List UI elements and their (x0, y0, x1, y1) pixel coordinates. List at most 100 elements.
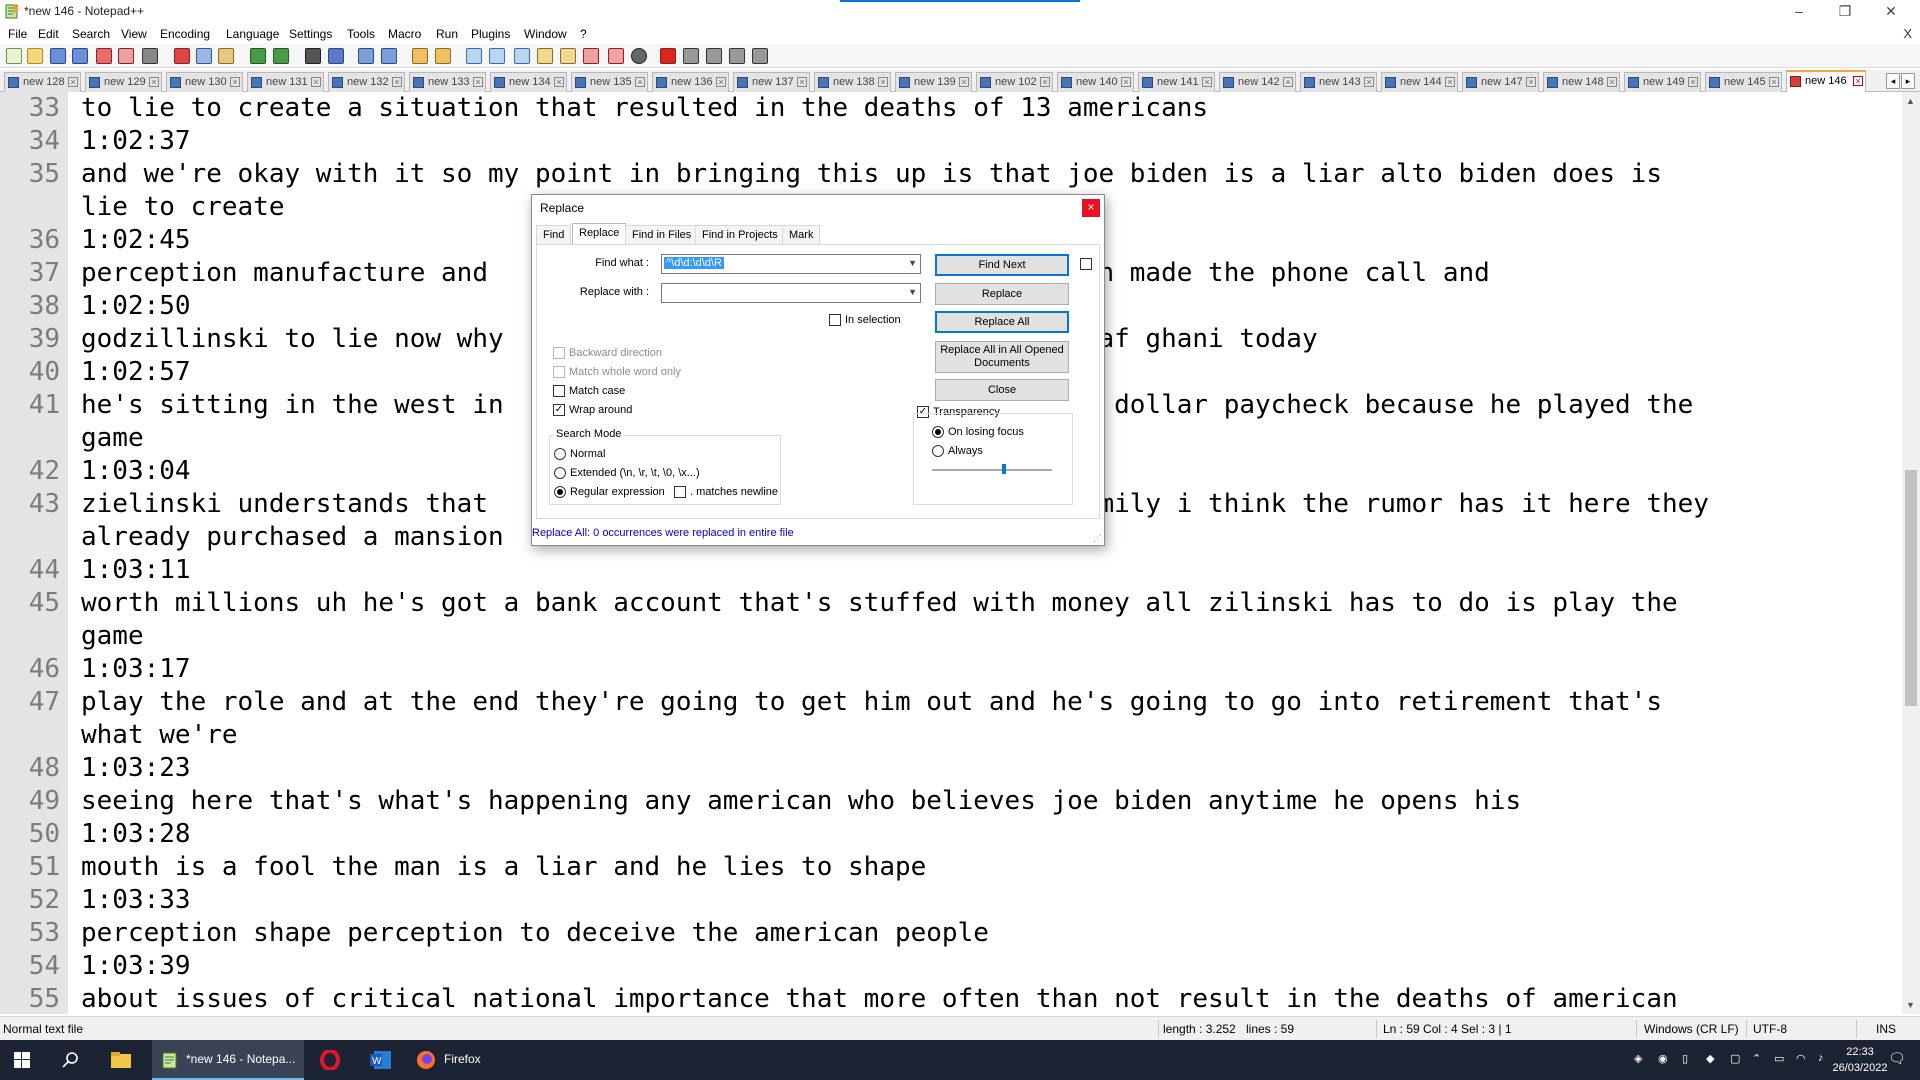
print-icon[interactable] (142, 48, 158, 64)
radio-circle[interactable] (932, 445, 944, 457)
zoom-in-icon[interactable] (358, 48, 374, 64)
checkbox-box[interactable] (1080, 258, 1092, 270)
play-macro-icon[interactable] (706, 48, 722, 64)
vertical-scrollbar[interactable]: ▲ ▼ (1902, 92, 1920, 1014)
close-file-icon[interactable] (96, 48, 112, 64)
tab-close-icon[interactable]: × (1853, 76, 1863, 86)
tab-new-143[interactable]: new 143 × (1300, 72, 1377, 92)
tray-app-icon[interactable]: ◈ (1634, 1052, 1642, 1065)
tab-close-icon[interactable]: × (311, 77, 321, 87)
tab-new-144[interactable]: new 144 × (1381, 72, 1458, 92)
backward-direction-checkbox[interactable]: Backward direction (553, 346, 703, 362)
tab-new-128[interactable]: new 128 × (4, 72, 81, 92)
tab-new-140[interactable]: new 140 × (1057, 72, 1134, 92)
monitoring-icon[interactable] (608, 48, 624, 64)
save-macro-icon[interactable] (752, 48, 768, 64)
tab-close-icon[interactable]: × (1121, 77, 1131, 87)
menu-file[interactable]: File (8, 27, 27, 41)
close-window-icon[interactable]: ✕ (1868, 0, 1914, 24)
tab-close-icon[interactable]: × (1202, 77, 1212, 87)
find-what-input[interactable]: ^\d\d:\d\d\R ▼ (661, 254, 921, 274)
tab-new-131[interactable]: new 131 × (247, 72, 324, 92)
wifi-icon[interactable]: ◠ (1796, 1052, 1806, 1065)
file-explorer-icon[interactable] (110, 1050, 132, 1070)
start-record-icon[interactable] (660, 48, 676, 64)
find-next-option-checkbox[interactable] (1080, 257, 1096, 273)
stop-record-icon[interactable] (683, 48, 699, 64)
replace-button[interactable]: Replace (935, 283, 1069, 305)
on-losing-focus-radio[interactable]: On losing focus (932, 425, 1052, 441)
paste-icon[interactable] (218, 48, 234, 64)
menu-plugins[interactable]: Plugins (471, 27, 510, 41)
tab-mark[interactable]: Mark (782, 225, 821, 245)
tab-close-icon[interactable]: × (1688, 77, 1698, 87)
menu-language[interactable]: Language (226, 27, 279, 41)
minimize-icon[interactable]: – (1776, 0, 1822, 24)
replace-all-button[interactable]: Replace All (935, 311, 1069, 333)
tab-new-146[interactable]: new 146 × (1786, 70, 1866, 92)
tab-new-136[interactable]: new 136 × (652, 72, 729, 92)
doc-map-icon[interactable] (537, 48, 553, 64)
match-whole-word-checkbox[interactable]: Match whole word only (553, 365, 703, 381)
tab-close-icon[interactable]: × (1364, 77, 1374, 87)
checkbox-box[interactable] (553, 347, 565, 359)
menu-view[interactable]: View (121, 27, 147, 41)
tab-new-141[interactable]: new 141 × (1138, 72, 1215, 92)
chevron-up-icon[interactable]: ⌃ (1752, 1052, 1761, 1065)
new-file-icon[interactable] (6, 48, 22, 64)
save-icon[interactable] (50, 48, 66, 64)
close-button[interactable]: Close (935, 379, 1069, 401)
resize-grip-icon[interactable]: ⋰ (1093, 533, 1102, 544)
extended-radio[interactable]: Extended (\n, \r, \t, \0, \x...) (554, 466, 754, 482)
checkbox-box[interactable] (829, 314, 841, 326)
tab-close-icon[interactable]: × (149, 77, 159, 87)
matches-newline-checkbox[interactable]: . matches newline (674, 485, 778, 501)
tab-new-137[interactable]: new 137 × (733, 72, 810, 92)
tab-close-icon[interactable]: × (1283, 77, 1293, 87)
replace-icon[interactable] (328, 48, 344, 64)
tab-close-icon[interactable]: × (716, 77, 726, 87)
chevron-down-icon[interactable]: ▼ (908, 258, 917, 268)
notification-icon[interactable]: 🗨 (1888, 1050, 1906, 1067)
sync-horizontal-icon[interactable] (435, 48, 451, 64)
menu-macro[interactable]: Macro (388, 27, 421, 41)
tab-close-icon[interactable]: × (878, 77, 888, 87)
copy-icon[interactable] (196, 48, 212, 64)
tab-new-142[interactable]: new 142 × (1219, 72, 1296, 92)
tab-new-138[interactable]: new 138 × (814, 72, 891, 92)
tab-close-icon[interactable]: × (1445, 77, 1455, 87)
menu-encoding[interactable]: Encoding (160, 27, 210, 41)
tab-new-134[interactable]: new 134 × (490, 72, 567, 92)
transparency-slider-thumb[interactable] (1002, 464, 1006, 474)
replace-with-input[interactable]: ▼ (661, 283, 921, 303)
tab-replace[interactable]: Replace (572, 223, 627, 245)
tab-new-147[interactable]: new 147 × (1462, 72, 1539, 92)
tray-usb-icon[interactable]: ▯ (1682, 1052, 1688, 1065)
tab-new-102[interactable]: new 102 × (976, 72, 1053, 92)
run-macro-multiple-icon[interactable] (729, 48, 745, 64)
tab-new-133[interactable]: new 133 × (409, 72, 486, 92)
folder-workspace-icon[interactable] (583, 48, 599, 64)
undo-icon[interactable] (250, 48, 266, 64)
close-all-icon[interactable] (118, 48, 134, 64)
tab-find[interactable]: Find (536, 225, 572, 245)
radio-circle[interactable] (932, 426, 944, 438)
close-document-icon[interactable]: X (1903, 26, 1912, 41)
tab-close-icon[interactable]: × (554, 77, 564, 87)
tab-close-icon[interactable]: × (797, 77, 807, 87)
search-icon[interactable] (62, 1051, 80, 1069)
replace-all-opened-button[interactable]: Replace All in All Opened Documents (935, 341, 1069, 373)
radio-circle[interactable] (554, 467, 566, 479)
tab-close-icon[interactable]: × (473, 77, 483, 87)
tab-close-icon[interactable]: × (392, 77, 402, 87)
tab-new-135[interactable]: new 135 × (571, 72, 648, 92)
tab-new-145[interactable]: new 145 × (1705, 72, 1782, 92)
redo-icon[interactable] (273, 48, 289, 64)
find-next-button[interactable]: Find Next (935, 254, 1069, 276)
radio-circle[interactable] (554, 486, 566, 498)
radio-circle[interactable] (554, 448, 566, 460)
regex-radio[interactable]: Regular expression (554, 485, 665, 501)
function-list-icon[interactable] (560, 48, 576, 64)
opera-icon[interactable] (320, 1050, 340, 1070)
wrap-around-checkbox[interactable]: ✓ Wrap around (553, 403, 703, 419)
